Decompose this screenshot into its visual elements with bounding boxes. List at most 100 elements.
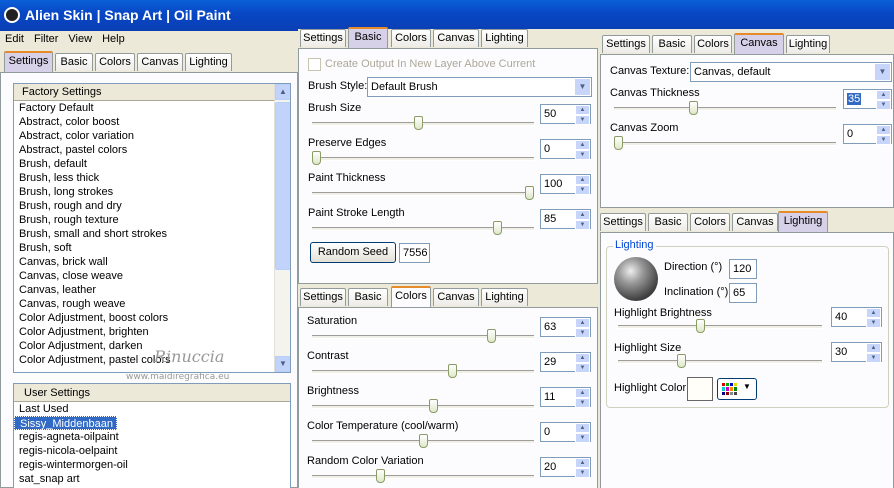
slider-track[interactable] [618, 360, 822, 364]
spinner-value[interactable]: 63 [541, 318, 575, 336]
chevron-down-icon[interactable]: ▼ [874, 63, 891, 81]
menu-help[interactable]: Help [97, 31, 130, 45]
list-item[interactable]: Canvas, brick wall [14, 255, 290, 269]
value-spinner[interactable]: 0 ▲ ▼ [540, 422, 591, 443]
canvas-texture-select[interactable]: Canvas, default ▼ [690, 62, 892, 82]
spin-down-icon[interactable]: ▼ [575, 150, 590, 160]
list-item[interactable]: Factory Default [14, 101, 290, 115]
tab-basic[interactable]: Basic [348, 27, 388, 48]
slider-thumb[interactable] [418, 434, 428, 448]
spinner-value[interactable]: 100 [541, 175, 575, 193]
slider-track[interactable] [312, 405, 534, 409]
tab-settings[interactable]: Settings [300, 29, 346, 47]
tab-settings[interactable]: Settings [4, 51, 53, 72]
list-item[interactable]: Sissy_Middenbaan [14, 416, 290, 430]
list-item[interactable]: Color Adjustment, brighten [14, 325, 290, 339]
list-item[interactable]: Abstract, color variation [14, 129, 290, 143]
list-item[interactable]: Abstract, color boost [14, 115, 290, 129]
slider-thumb[interactable] [525, 186, 534, 200]
slider-thumb[interactable] [688, 101, 698, 115]
spin-up-icon[interactable]: ▲ [575, 423, 590, 433]
list-item[interactable]: Color Adjustment, boost colors [14, 311, 290, 325]
list-item[interactable]: Brush, less thick [14, 171, 290, 185]
slider-track[interactable] [618, 325, 822, 329]
tab-basic[interactable]: Basic [55, 53, 93, 71]
value-spinner[interactable]: 35 ▲ ▼ [843, 89, 892, 110]
slider-thumb[interactable] [614, 136, 623, 150]
chevron-down-icon[interactable]: ▼ [574, 78, 591, 96]
spin-down-icon[interactable]: ▼ [866, 353, 881, 363]
spinner-value[interactable]: 11 [541, 388, 575, 406]
spinner-value[interactable]: 0 [541, 423, 575, 441]
scroll-thumb[interactable] [275, 102, 290, 270]
tab-basic[interactable]: Basic [648, 213, 688, 231]
spinner-value[interactable]: 30 [832, 343, 866, 361]
tab-lighting[interactable]: Lighting [481, 29, 528, 47]
tab-lighting[interactable]: Lighting [778, 211, 828, 232]
list-item[interactable]: Brush, soft [14, 241, 290, 255]
list-item[interactable]: regis-wintermorgen-oil [14, 458, 290, 472]
list-item[interactable]: regis-nicola-oelpaint [14, 444, 290, 458]
spin-up-icon[interactable]: ▲ [575, 175, 590, 185]
slider-thumb[interactable] [414, 116, 424, 130]
slider-track[interactable] [614, 107, 836, 111]
list-item[interactable]: Last Used [14, 402, 290, 416]
slider-track[interactable] [312, 335, 534, 339]
menu-edit[interactable]: Edit [0, 31, 29, 45]
light-direction-sphere[interactable] [614, 257, 658, 301]
list-item[interactable]: Color Adjustment, pastel colors [14, 353, 290, 367]
color-picker-button[interactable]: ▼ [717, 378, 757, 400]
random-seed-button[interactable]: Random Seed [310, 242, 396, 263]
spin-up-icon[interactable]: ▲ [575, 458, 590, 468]
tab-lighting[interactable]: Lighting [786, 35, 830, 53]
spin-up-icon[interactable]: ▲ [575, 210, 590, 220]
spinner-value[interactable]: 35 [844, 90, 876, 108]
slider-thumb[interactable] [375, 469, 385, 483]
spin-up-icon[interactable]: ▲ [575, 140, 590, 150]
list-item[interactable]: Canvas, leather [14, 283, 290, 297]
value-spinner[interactable]: 11 ▲ ▼ [540, 387, 591, 408]
spin-up-icon[interactable]: ▲ [876, 90, 891, 100]
menu-filter[interactable]: Filter [29, 31, 63, 45]
slider-track[interactable] [312, 192, 534, 196]
slider-thumb[interactable] [448, 364, 458, 378]
list-item[interactable]: regis-agneta-oilpaint [14, 430, 290, 444]
slider-thumb[interactable] [486, 329, 496, 343]
value-spinner[interactable]: 30 ▲ ▼ [831, 342, 882, 363]
tab-canvas[interactable]: Canvas [734, 33, 784, 54]
slider-track[interactable] [312, 157, 534, 161]
spinner-value[interactable]: 0 [844, 125, 876, 143]
spinner-value[interactable]: 40 [832, 308, 866, 326]
brush-style-select[interactable]: Default Brush ▼ [367, 77, 592, 97]
list-item[interactable]: Abstract, pastel colors [14, 143, 290, 157]
spin-down-icon[interactable]: ▼ [866, 318, 881, 328]
spin-up-icon[interactable]: ▲ [575, 105, 590, 115]
inclination-field[interactable]: 65 [729, 283, 757, 303]
spin-down-icon[interactable]: ▼ [575, 220, 590, 230]
value-spinner[interactable]: 50 ▲ ▼ [540, 104, 591, 125]
slider-track[interactable] [312, 370, 534, 374]
tab-settings[interactable]: Settings [600, 213, 646, 231]
spin-down-icon[interactable]: ▼ [575, 363, 590, 373]
spin-down-icon[interactable]: ▼ [575, 398, 590, 408]
tab-basic[interactable]: Basic [652, 35, 692, 53]
slider-thumb[interactable] [312, 151, 321, 165]
random-seed-field[interactable]: 7556 [399, 243, 430, 263]
slider-track[interactable] [614, 142, 836, 146]
factory-scrollbar[interactable]: ▲ ▼ [274, 84, 290, 372]
slider-track[interactable] [312, 475, 534, 479]
spinner-value[interactable]: 20 [541, 458, 575, 476]
value-spinner[interactable]: 63 ▲ ▼ [540, 317, 591, 338]
spin-down-icon[interactable]: ▼ [575, 185, 590, 195]
tab-lighting[interactable]: Lighting [185, 53, 232, 71]
value-spinner[interactable]: 29 ▲ ▼ [540, 352, 591, 373]
spin-down-icon[interactable]: ▼ [876, 100, 891, 110]
create-output-checkbox[interactable] [308, 58, 321, 71]
list-item[interactable]: Canvas, rough weave [14, 297, 290, 311]
spinner-value[interactable]: 29 [541, 353, 575, 371]
menu-view[interactable]: View [63, 31, 97, 45]
spin-down-icon[interactable]: ▼ [575, 115, 590, 125]
tab-colors[interactable]: Colors [391, 286, 431, 307]
list-item[interactable]: sat_snap art [14, 472, 290, 486]
tab-canvas[interactable]: Canvas [433, 29, 479, 47]
